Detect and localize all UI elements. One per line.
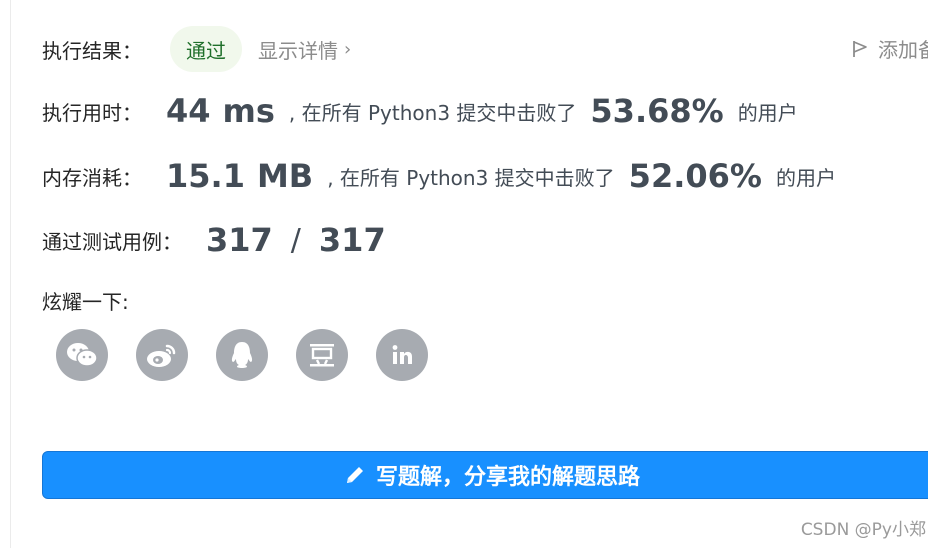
runtime-value: 44 <box>166 92 211 130</box>
memory-label: 内存消耗： <box>42 165 142 190</box>
show-details-label: 显示详情 <box>258 38 338 63</box>
douban-icon[interactable] <box>296 329 348 381</box>
tests-row: 通过测试用例： 317 / 317 <box>42 221 386 259</box>
runtime-unit: ms <box>222 92 275 130</box>
runtime-label: 执行用时： <box>42 100 142 125</box>
result-row: 执行结果： 通过 显示详情 › <box>42 26 351 72</box>
memory-unit: MB <box>256 157 314 195</box>
share-icon-group <box>56 329 428 381</box>
qq-icon[interactable] <box>216 329 268 381</box>
watermark: CSDN @Py小郑 <box>800 520 926 540</box>
tests-label: 通过测试用例： <box>42 229 182 254</box>
share-label: 炫耀一下: <box>42 290 129 314</box>
flag-icon <box>853 40 867 57</box>
memory-value: 15.1 <box>166 157 245 195</box>
pencil-icon <box>346 467 363 483</box>
share-row: 炫耀一下: <box>42 286 129 315</box>
submission-result-panel: 执行结果： 通过 显示详情 › 添加备 执行用时： 44 ms , 在所有 Py… <box>10 0 928 548</box>
runtime-compare-text: , 在所有 Python3 提交中击败了 <box>288 100 577 125</box>
wechat-icon[interactable] <box>56 329 108 381</box>
runtime-suffix: 的用户 <box>737 100 798 125</box>
tests-passed: 317 <box>206 221 273 259</box>
show-details-link[interactable]: 显示详情 › <box>258 35 351 64</box>
add-note-button[interactable]: 添加备 <box>850 34 928 63</box>
tests-total: 317 <box>318 221 386 259</box>
chevron-right-icon: › <box>344 38 352 60</box>
write-solution-button[interactable]: 写题解，分享我的解题思路 <box>42 451 928 499</box>
runtime-row: 执行用时： 44 ms , 在所有 Python3 提交中击败了 53.68% … <box>42 92 798 130</box>
linkedin-icon[interactable] <box>376 329 428 381</box>
result-label: 执行结果： <box>42 38 142 63</box>
memory-percent: 52.06% <box>628 157 762 195</box>
add-note-label: 添加备 <box>878 38 928 62</box>
memory-row: 内存消耗： 15.1 MB , 在所有 Python3 提交中击败了 52.06… <box>42 157 836 195</box>
memory-suffix: 的用户 <box>775 165 836 190</box>
status-badge: 通过 <box>170 26 242 72</box>
runtime-percent: 53.68% <box>590 92 724 130</box>
tests-separator: / <box>290 222 301 258</box>
weibo-icon[interactable] <box>136 329 188 381</box>
write-solution-label: 写题解，分享我的解题思路 <box>375 465 640 490</box>
memory-compare-text: , 在所有 Python3 提交中击败了 <box>327 165 615 190</box>
